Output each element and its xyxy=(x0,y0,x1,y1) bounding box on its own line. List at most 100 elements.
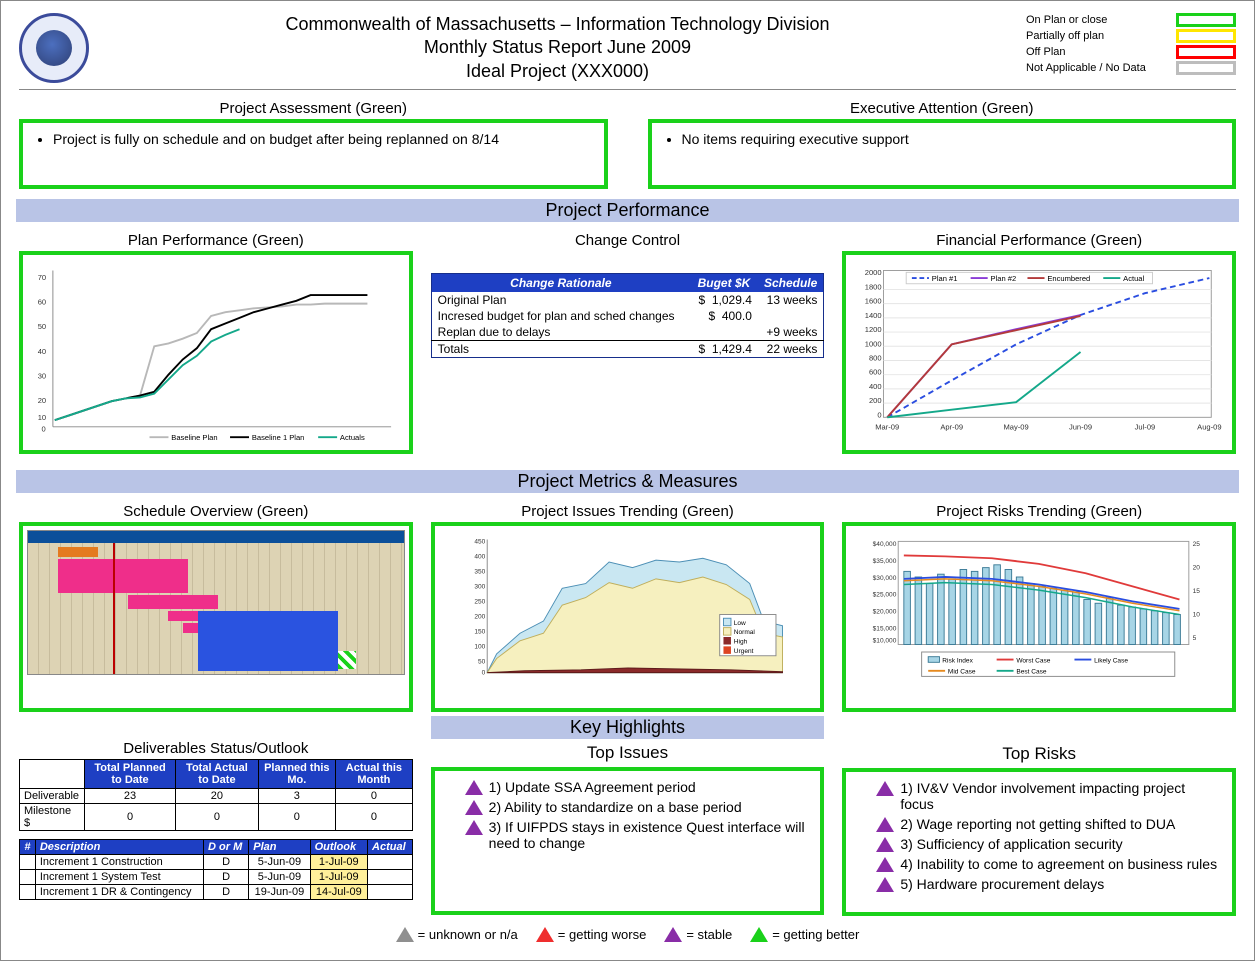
key-item: 2) Ability to standardize on a base peri… xyxy=(465,799,809,815)
swatch-green xyxy=(1176,13,1236,27)
svg-text:150: 150 xyxy=(474,628,485,635)
svg-text:Aug-09: Aug-09 xyxy=(1198,423,1222,432)
svg-text:Baseline Plan: Baseline Plan xyxy=(171,433,217,441)
svg-text:60: 60 xyxy=(38,298,46,307)
svg-text:1000: 1000 xyxy=(865,339,882,348)
svg-text:400: 400 xyxy=(474,553,485,560)
svg-text:600: 600 xyxy=(869,368,882,377)
metrics-row: Schedule Overview (Green) Project Is xyxy=(19,499,1236,712)
triangle-purple-icon xyxy=(876,837,894,852)
deliverable-summary-row: Milestone $0000 xyxy=(20,804,413,831)
title-block: Commonwealth of Massachusetts – Informat… xyxy=(101,13,1014,83)
top-risks-box: 1) IV&V Vendor involvement impacting pro… xyxy=(842,768,1236,916)
triangle-purple-icon xyxy=(664,927,682,942)
svg-text:30: 30 xyxy=(38,372,46,381)
cc-totals-budget: 1,429.4 xyxy=(712,342,752,356)
sched-overview-title: Schedule Overview (Green) xyxy=(19,503,413,520)
legend-partial: Partially off plan xyxy=(1026,30,1104,42)
legend-on-plan: On Plan or close xyxy=(1026,14,1107,26)
triangle-purple-icon xyxy=(465,800,483,815)
title-line-3: Ideal Project (XXX000) xyxy=(101,60,1014,83)
key-item: 5) Hardware procurement delays xyxy=(876,876,1220,892)
key-item: 1) IV&V Vendor involvement impacting pro… xyxy=(876,780,1220,812)
svg-text:Plan #1: Plan #1 xyxy=(932,274,958,283)
cc-row: Original Plan$ 1,029.413 weeks xyxy=(431,292,824,308)
svg-text:0: 0 xyxy=(481,670,485,677)
triangle-grey-icon xyxy=(396,927,414,942)
triangle-purple-icon xyxy=(876,857,894,872)
svg-text:5: 5 xyxy=(1193,635,1197,642)
svg-text:800: 800 xyxy=(869,354,882,363)
svg-text:200: 200 xyxy=(869,396,882,405)
title-line-1: Commonwealth of Massachusetts – Informat… xyxy=(101,13,1014,36)
triangle-purple-icon xyxy=(876,781,894,796)
key-item: 1) Update SSA Agreement period xyxy=(465,779,809,795)
svg-text:Best Case: Best Case xyxy=(1017,669,1048,676)
svg-text:1200: 1200 xyxy=(865,325,882,334)
svg-text:$40,000: $40,000 xyxy=(873,541,897,548)
svg-text:Encumbered: Encumbered xyxy=(1048,274,1091,283)
svg-text:450: 450 xyxy=(474,538,485,545)
status-legend: On Plan or close Partially off plan Off … xyxy=(1026,13,1236,77)
cc-row: Replan due to delays+9 weeks xyxy=(431,324,824,341)
svg-text:20: 20 xyxy=(1193,565,1201,572)
key-item: 3) If UIFPDS stays in existence Quest in… xyxy=(465,819,809,851)
title-line-2: Monthly Status Report June 2009 xyxy=(101,36,1014,59)
svg-text:Mar-09: Mar-09 xyxy=(876,423,900,432)
svg-text:Plan #2: Plan #2 xyxy=(991,274,1017,283)
status-report-page: Commonwealth of Massachusetts – Informat… xyxy=(0,0,1255,961)
assessment-row: Project Assessment (Green) Project is fu… xyxy=(19,96,1236,189)
triangle-green-icon xyxy=(750,927,768,942)
deliverables-detail-table: # Description D or M Plan Outlook Actual… xyxy=(19,839,413,900)
svg-text:1800: 1800 xyxy=(865,283,882,292)
svg-text:Jul-09: Jul-09 xyxy=(1135,423,1156,432)
svg-text:Baseline 1 Plan: Baseline 1 Plan xyxy=(252,433,305,441)
trend-legend: = unknown or n/a = getting worse = stabl… xyxy=(19,926,1236,942)
svg-text:Jun-09: Jun-09 xyxy=(1069,423,1092,432)
svg-text:0: 0 xyxy=(878,410,882,419)
deliverable-detail-row: Increment 1 ConstructionD5-Jun-091-Jul-0… xyxy=(20,855,413,870)
financial-performance-chart: 200018001600 140012001000 800600400 2000 xyxy=(842,251,1236,454)
svg-text:250: 250 xyxy=(474,598,485,605)
swatch-grey xyxy=(1176,61,1236,75)
svg-text:May-09: May-09 xyxy=(1004,423,1029,432)
svg-text:10: 10 xyxy=(1193,612,1201,619)
metrics-band: Project Metrics & Measures xyxy=(16,470,1239,493)
triangle-purple-icon xyxy=(465,820,483,835)
issues-trending-chart: 450 400 350 300 250 200 150 100 50 0 xyxy=(431,522,825,712)
svg-text:350: 350 xyxy=(474,568,485,575)
swatch-yellow xyxy=(1176,29,1236,43)
cc-totals-sched: 22 weeks xyxy=(758,341,824,358)
svg-text:High: High xyxy=(733,639,747,646)
report-header: Commonwealth of Massachusetts – Informat… xyxy=(19,13,1236,90)
svg-text:Risk Index: Risk Index xyxy=(943,657,974,664)
top-risks-title: Top Risks xyxy=(842,744,1236,764)
deliverable-summary-row: Deliverable232030 xyxy=(20,789,413,804)
svg-text:Actuals: Actuals xyxy=(340,433,365,441)
cc-totals-label: Totals xyxy=(431,341,690,358)
plan-perf-title: Plan Performance (Green) xyxy=(19,232,413,249)
issues-trend-title: Project Issues Trending (Green) xyxy=(431,503,825,520)
risks-trend-title: Project Risks Trending (Green) xyxy=(842,503,1236,520)
svg-text:$20,000: $20,000 xyxy=(873,609,897,616)
svg-text:200: 200 xyxy=(474,613,485,620)
svg-text:100: 100 xyxy=(474,643,485,650)
project-assessment-title: Project Assessment (Green) xyxy=(19,100,608,117)
svg-text:2000: 2000 xyxy=(865,268,882,277)
triangle-purple-icon xyxy=(465,780,483,795)
svg-text:50: 50 xyxy=(478,658,486,665)
triangle-purple-icon xyxy=(876,877,894,892)
change-control-table: Change Rationale Buget $K Schedule Origi… xyxy=(431,273,825,358)
triangle-red-icon xyxy=(536,927,554,942)
cc-h-rationale: Change Rationale xyxy=(431,274,690,293)
deliverables-title: Deliverables Status/Outlook xyxy=(19,740,413,757)
svg-text:$10,000: $10,000 xyxy=(873,638,897,645)
svg-text:25: 25 xyxy=(1193,541,1201,548)
svg-text:$25,000: $25,000 xyxy=(873,592,897,599)
key-highlights-band: Key Highlights xyxy=(431,716,825,739)
svg-text:10: 10 xyxy=(38,413,46,422)
top-issues-title: Top Issues xyxy=(431,743,825,763)
svg-text:300: 300 xyxy=(474,583,485,590)
risks-trending-chart: $40,000$35,000$30,000 $25,000$20,000$15,… xyxy=(842,522,1236,712)
svg-text:$30,000: $30,000 xyxy=(873,575,897,582)
